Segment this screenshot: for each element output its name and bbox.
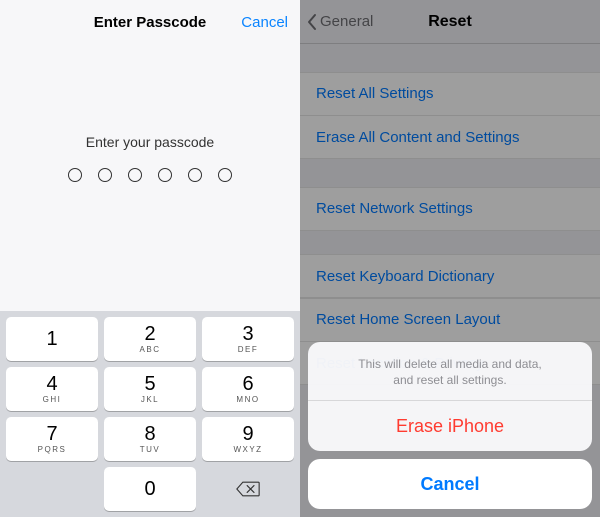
- cancel-button[interactable]: Cancel: [241, 14, 288, 31]
- keypad-key-8[interactable]: 8TUV: [104, 417, 196, 461]
- keypad-key-7[interactable]: 7PQRS: [6, 417, 98, 461]
- passcode-dot: [188, 168, 202, 182]
- keypad-key-3[interactable]: 3DEF: [202, 317, 294, 361]
- keypad: 1 2ABC 3DEF 4GHI 5JKL 6MNO 7PQRS 8TUV 9W…: [0, 311, 300, 517]
- keypad-backspace[interactable]: [202, 467, 294, 511]
- passcode-dot: [128, 168, 142, 182]
- passcode-dot: [68, 168, 82, 182]
- passcode-prompt-area: Enter your passcode: [0, 134, 300, 182]
- reset-screen: General Reset Reset All Settings Erase A…: [300, 0, 600, 517]
- keypad-key-9[interactable]: 9WXYZ: [202, 417, 294, 461]
- passcode-title: Enter Passcode: [94, 14, 207, 31]
- keypad-key-2[interactable]: 2ABC: [104, 317, 196, 361]
- passcode-screen: Enter Passcode Cancel Enter your passcod…: [0, 0, 300, 517]
- keypad-key-5[interactable]: 5JKL: [104, 367, 196, 411]
- passcode-dot: [98, 168, 112, 182]
- action-sheet-card: This will delete all media and data, and…: [308, 342, 592, 451]
- keypad-spacer: [6, 467, 98, 511]
- keypad-key-0[interactable]: 0: [104, 467, 196, 511]
- action-sheet: This will delete all media and data, and…: [308, 342, 592, 509]
- passcode-dot: [158, 168, 172, 182]
- passcode-nav: Enter Passcode Cancel: [0, 0, 300, 44]
- action-sheet-message: This will delete all media and data, and…: [308, 342, 592, 401]
- keypad-key-1[interactable]: 1: [6, 317, 98, 361]
- keypad-key-4[interactable]: 4GHI: [6, 367, 98, 411]
- passcode-prompt: Enter your passcode: [0, 134, 300, 150]
- passcode-dot: [218, 168, 232, 182]
- erase-iphone-button[interactable]: Erase iPhone: [308, 401, 592, 451]
- backspace-icon: [236, 481, 260, 497]
- action-sheet-cancel-button[interactable]: Cancel: [308, 459, 592, 509]
- keypad-key-6[interactable]: 6MNO: [202, 367, 294, 411]
- passcode-dots: [0, 168, 300, 182]
